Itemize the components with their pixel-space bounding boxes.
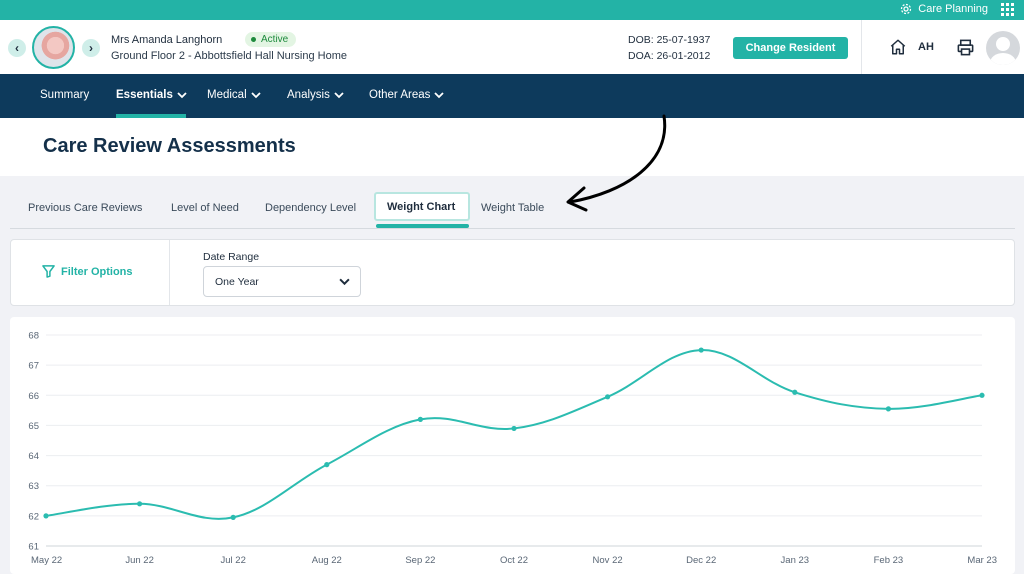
data-point bbox=[698, 347, 704, 353]
page-title: Care Review Assessments bbox=[43, 135, 296, 157]
chevron-down-icon bbox=[177, 92, 187, 99]
y-tick-label: 62 bbox=[28, 511, 39, 522]
nav-summary-label: Summary bbox=[40, 89, 90, 101]
resident-photo bbox=[32, 26, 75, 69]
nav-essentials-label: Essentials bbox=[116, 89, 173, 101]
data-point bbox=[230, 514, 236, 520]
gear-icon bbox=[901, 3, 912, 15]
title-bar: Care Review Assessments bbox=[0, 118, 1024, 176]
module-label: Care Planning bbox=[918, 3, 988, 15]
tab-previous-care-reviews[interactable]: Previous Care Reviews bbox=[28, 202, 142, 214]
nav-essentials[interactable]: Essentials bbox=[116, 89, 187, 101]
header-divider bbox=[861, 20, 862, 74]
annotation-arrow bbox=[566, 114, 667, 212]
user-avatar[interactable] bbox=[986, 31, 1020, 65]
nav-analysis-label: Analysis bbox=[287, 89, 330, 101]
y-tick-label: 63 bbox=[28, 481, 39, 492]
printer-icon[interactable] bbox=[956, 38, 975, 57]
tab-bar: Previous Care Reviews Level of Need Depe… bbox=[0, 176, 1024, 228]
x-tick-label: Oct 22 bbox=[500, 555, 528, 566]
filter-options-label: Filter Options bbox=[61, 265, 133, 278]
filter-options-button[interactable]: Filter Options bbox=[42, 265, 133, 278]
nav-other-areas-label: Other Areas bbox=[369, 89, 431, 101]
data-point bbox=[511, 425, 517, 432]
weight-line-chart: 61 62 63 64 65 66 67 68 May 22 Jun 22 Jul 22 Aug 22… bbox=[28, 331, 997, 567]
x-tick-label: Jan 23 bbox=[781, 555, 810, 566]
chevron-down-icon bbox=[251, 92, 261, 99]
data-point bbox=[979, 392, 985, 398]
y-tick-label: 66 bbox=[28, 391, 39, 402]
y-tick-label: 61 bbox=[28, 542, 39, 553]
x-tick-label: Aug 22 bbox=[312, 555, 342, 566]
y-tick-label: 64 bbox=[28, 451, 39, 462]
status-badge: Active bbox=[245, 32, 297, 47]
top-bar: Care Planning bbox=[0, 0, 1024, 20]
tab-weight-table[interactable]: Weight Table bbox=[481, 202, 544, 214]
user-silhouette-icon bbox=[990, 37, 1016, 65]
chevron-down-icon bbox=[334, 92, 344, 99]
nav-summary[interactable]: Summary bbox=[40, 89, 89, 101]
chevron-down-icon bbox=[434, 92, 445, 99]
x-tick-label: Sep 22 bbox=[405, 555, 435, 566]
nav-other-areas[interactable]: Other Areas bbox=[369, 89, 445, 101]
data-point bbox=[605, 394, 611, 400]
data-point bbox=[792, 389, 798, 395]
filter-panel: Filter Options Date Range One Year bbox=[10, 239, 1015, 306]
resident-location: Ground Floor 2 - Abbottsfield Hall Nursi… bbox=[111, 50, 347, 62]
data-point bbox=[417, 416, 423, 422]
resident-name: Mrs Amanda Langhorn bbox=[111, 34, 223, 46]
chevron-right-icon[interactable]: › bbox=[82, 39, 100, 57]
grid-icon[interactable] bbox=[1001, 3, 1014, 16]
date-of-admission: DOA: 26-01-2012 bbox=[628, 50, 711, 62]
tab-dependency-level[interactable]: Dependency Level bbox=[265, 202, 356, 214]
chevron-down-icon bbox=[339, 278, 350, 286]
date-of-birth: DOB: 25-07-1937 bbox=[628, 34, 711, 46]
x-tick-label: Nov 22 bbox=[593, 555, 623, 566]
date-range-select[interactable]: One Year bbox=[203, 266, 361, 297]
resident-header: ‹ › Mrs Amanda Langhorn Active Ground Fl… bbox=[0, 20, 1024, 74]
x-tick-label: May 22 bbox=[31, 555, 62, 566]
module-switcher[interactable]: Care Planning bbox=[900, 3, 988, 15]
status-text: Active bbox=[261, 34, 289, 45]
x-tick-label: Feb 23 bbox=[874, 555, 904, 566]
x-tick-label: Jun 22 bbox=[125, 555, 154, 566]
main-nav: Summary Essentials Medical Analysis Othe… bbox=[0, 74, 1024, 118]
filter-icon bbox=[42, 265, 55, 278]
y-tick-label: 65 bbox=[28, 421, 39, 432]
status-dot bbox=[251, 37, 256, 42]
tab-divider bbox=[10, 228, 1015, 229]
home-icon[interactable] bbox=[889, 38, 907, 56]
tab-level-of-need[interactable]: Level of Need bbox=[171, 202, 239, 214]
date-range-value: One Year bbox=[215, 276, 259, 288]
nav-analysis[interactable]: Analysis bbox=[287, 89, 344, 101]
x-tick-label: Jul 22 bbox=[221, 555, 246, 566]
weight-series-line bbox=[45, 349, 983, 520]
data-point bbox=[324, 462, 330, 468]
data-point bbox=[43, 513, 49, 519]
data-point bbox=[885, 406, 892, 412]
user-initials: AH bbox=[918, 41, 934, 53]
tab-weight-chart-label: Weight Chart bbox=[387, 201, 456, 213]
data-point bbox=[137, 501, 143, 507]
y-tick-label: 68 bbox=[28, 331, 39, 342]
weight-chart-panel: 61 62 63 64 65 66 67 68 May 22 Jun 22 Jul 22 Aug 22… bbox=[10, 317, 1015, 574]
change-resident-button[interactable]: Change Resident bbox=[733, 37, 848, 59]
nav-medical-label: Medical bbox=[207, 89, 247, 101]
y-tick-label: 67 bbox=[28, 361, 39, 372]
filter-divider bbox=[169, 240, 170, 305]
nav-medical[interactable]: Medical bbox=[207, 89, 261, 101]
chevron-left-icon[interactable]: ‹ bbox=[8, 39, 26, 57]
x-tick-label: Dec 22 bbox=[686, 555, 716, 566]
date-range-label: Date Range bbox=[203, 251, 260, 263]
x-tick-label: Mar 23 bbox=[967, 555, 997, 566]
